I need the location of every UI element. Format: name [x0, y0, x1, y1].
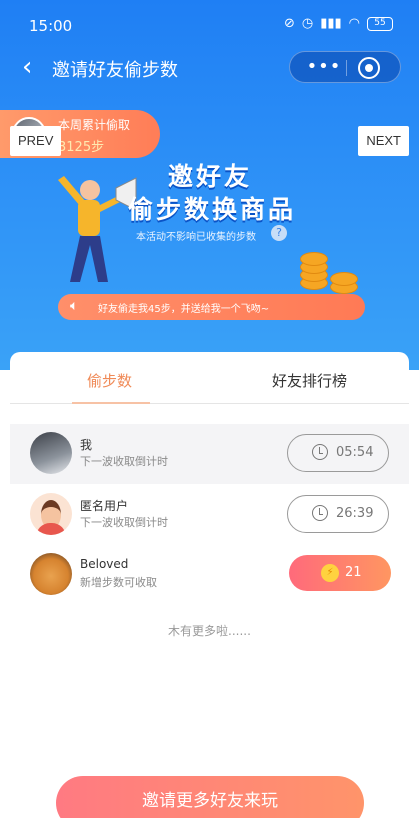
friend-name: Beloved: [80, 557, 129, 571]
status-icons: ⊘ ◷ ▮▮▮ ◠ 55: [284, 16, 393, 31]
cheering-man-illustration: [58, 176, 137, 282]
invite-friends-button[interactable]: 邀请更多好友来玩: [56, 776, 364, 818]
page-title: 邀请好友偷步数: [52, 60, 178, 81]
status-bar: 15:00 ⊘ ◷ ▮▮▮ ◠ 55: [0, 0, 419, 46]
tab-steal-steps[interactable]: 偷步数: [87, 370, 132, 391]
tab-bar: 偷步数 好友排行榜: [10, 352, 409, 404]
weekly-steps-label: 本周累计偷取: [58, 118, 131, 132]
tab-friend-ranking[interactable]: 好友排行榜: [272, 370, 347, 391]
mute-icon: ⊘: [283, 16, 295, 31]
activity-note: 本活动不影响已收集的步数: [136, 232, 256, 243]
back-icon[interactable]: ‹: [22, 54, 32, 80]
capsule-divider: [346, 60, 347, 76]
countdown-value: 05:54: [336, 445, 374, 460]
countdown-value: 26:39: [336, 506, 374, 521]
battery-icon: 55: [367, 16, 393, 31]
signal-icon: ▮▮▮: [320, 16, 342, 31]
notice-text: 好友偷走我45步，并送给我一个飞吻~: [98, 304, 270, 315]
friend-status: 下一波收取倒计时: [80, 516, 168, 529]
weekly-steps-value: 3125步: [58, 140, 105, 155]
notice-bar: 🔈︎ 好友偷走我45步，并送给我一个飞吻~: [58, 294, 365, 320]
avatar: [30, 553, 72, 595]
next-button[interactable]: NEXT: [358, 126, 409, 156]
friend-name: 我: [80, 438, 93, 452]
list-item: 我 下一波收取倒计时 05:54: [10, 424, 409, 484]
collect-steps-button[interactable]: ⚡︎ 21: [289, 555, 391, 591]
hero-banner: 15:00 ⊘ ◷ ▮▮▮ ◠ 55 ‹ 邀请好友偷步数 ••• 本周累计偷取 …: [0, 0, 419, 370]
avatar: [30, 432, 72, 474]
speaker-icon: 🔈︎: [70, 298, 79, 314]
friend-name: 匿名用户: [80, 499, 129, 513]
step-coin-icon: ⚡︎: [321, 564, 339, 582]
prev-button[interactable]: PREV: [10, 126, 62, 156]
no-more-text: 木有更多啦......: [168, 624, 251, 638]
friend-status: 下一波收取倒计时: [80, 455, 168, 468]
friends-card: 偷步数 好友排行榜 我 下一波收取倒计时 05:54 匿名用户 下一波收取倒计时…: [10, 352, 409, 818]
avatar: [30, 493, 72, 535]
mini-program-capsule: •••: [289, 51, 401, 83]
countdown-button[interactable]: 26:39: [287, 495, 389, 533]
list-item: Beloved 新增步数可收取 ⚡︎ 21: [10, 545, 409, 605]
alarm-clock-icon: [312, 444, 328, 460]
help-icon[interactable]: ?: [271, 225, 287, 241]
headline-line2: 偷步数换商品: [128, 195, 297, 224]
collectable-steps: 21: [345, 565, 362, 580]
alarm-status-icon: ◷: [301, 16, 314, 31]
status-time: 15:00: [29, 17, 73, 35]
friend-status: 新增步数可收取: [80, 576, 157, 589]
target-circle-icon[interactable]: [358, 57, 380, 79]
list-item: 匿名用户 下一波收取倒计时 26:39: [10, 485, 409, 545]
active-tab-indicator: [72, 402, 150, 404]
countdown-button[interactable]: 05:54: [287, 434, 389, 472]
wifi-icon: ◠: [348, 16, 360, 31]
more-dots-icon[interactable]: •••: [304, 54, 344, 82]
headline-line1: 邀好友: [168, 162, 253, 191]
alarm-clock-icon: [312, 505, 328, 521]
nav-bar: ‹ 邀请好友偷步数 •••: [0, 46, 419, 90]
